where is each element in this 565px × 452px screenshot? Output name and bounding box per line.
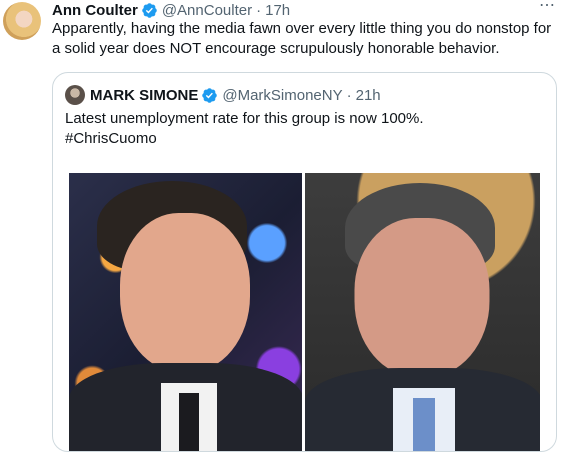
separator-dot: · [346,86,352,104]
quoted-tweet-timestamp[interactable]: 21h [356,87,381,104]
media-photo-right[interactable] [301,173,540,451]
verified-badge-icon [142,2,157,18]
more-options-icon[interactable]: ⋯ [537,0,557,18]
separator-dot: · [256,1,262,19]
tweet[interactable]: Ann Coulter @AnnCoulter · 17h ⋯ Apparent… [0,0,565,452]
author-handle[interactable]: @AnnCoulter [162,2,252,19]
tweet-header: Ann Coulter @AnnCoulter · 17h [52,0,290,20]
tweet-text: Apparently, having the media fawn over e… [52,20,552,57]
quoted-tweet-card[interactable]: MARK SIMONE @MarkSimoneNY · 21h Latest u… [52,72,557,452]
verified-badge-icon [202,87,218,103]
quoted-author-display-name[interactable]: MARK SIMONE [90,87,198,104]
quoted-author-avatar[interactable] [65,85,85,105]
quoted-tweet-text: Latest unemployment rate for this group … [65,109,545,149]
quoted-tweet-media[interactable] [69,173,540,451]
quoted-tweet-header: MARK SIMONE @MarkSimoneNY · 21h [65,85,381,105]
tweet-timestamp[interactable]: 17h [265,2,290,19]
hashtag-link[interactable]: #ChrisCuomo [65,129,545,149]
media-photo-left[interactable] [69,173,302,451]
quoted-author-handle[interactable]: @MarkSimoneNY [222,87,342,104]
author-avatar[interactable] [3,2,41,40]
author-display-name[interactable]: Ann Coulter [52,2,138,19]
quoted-tweet-body: Latest unemployment rate for this group … [65,110,424,127]
